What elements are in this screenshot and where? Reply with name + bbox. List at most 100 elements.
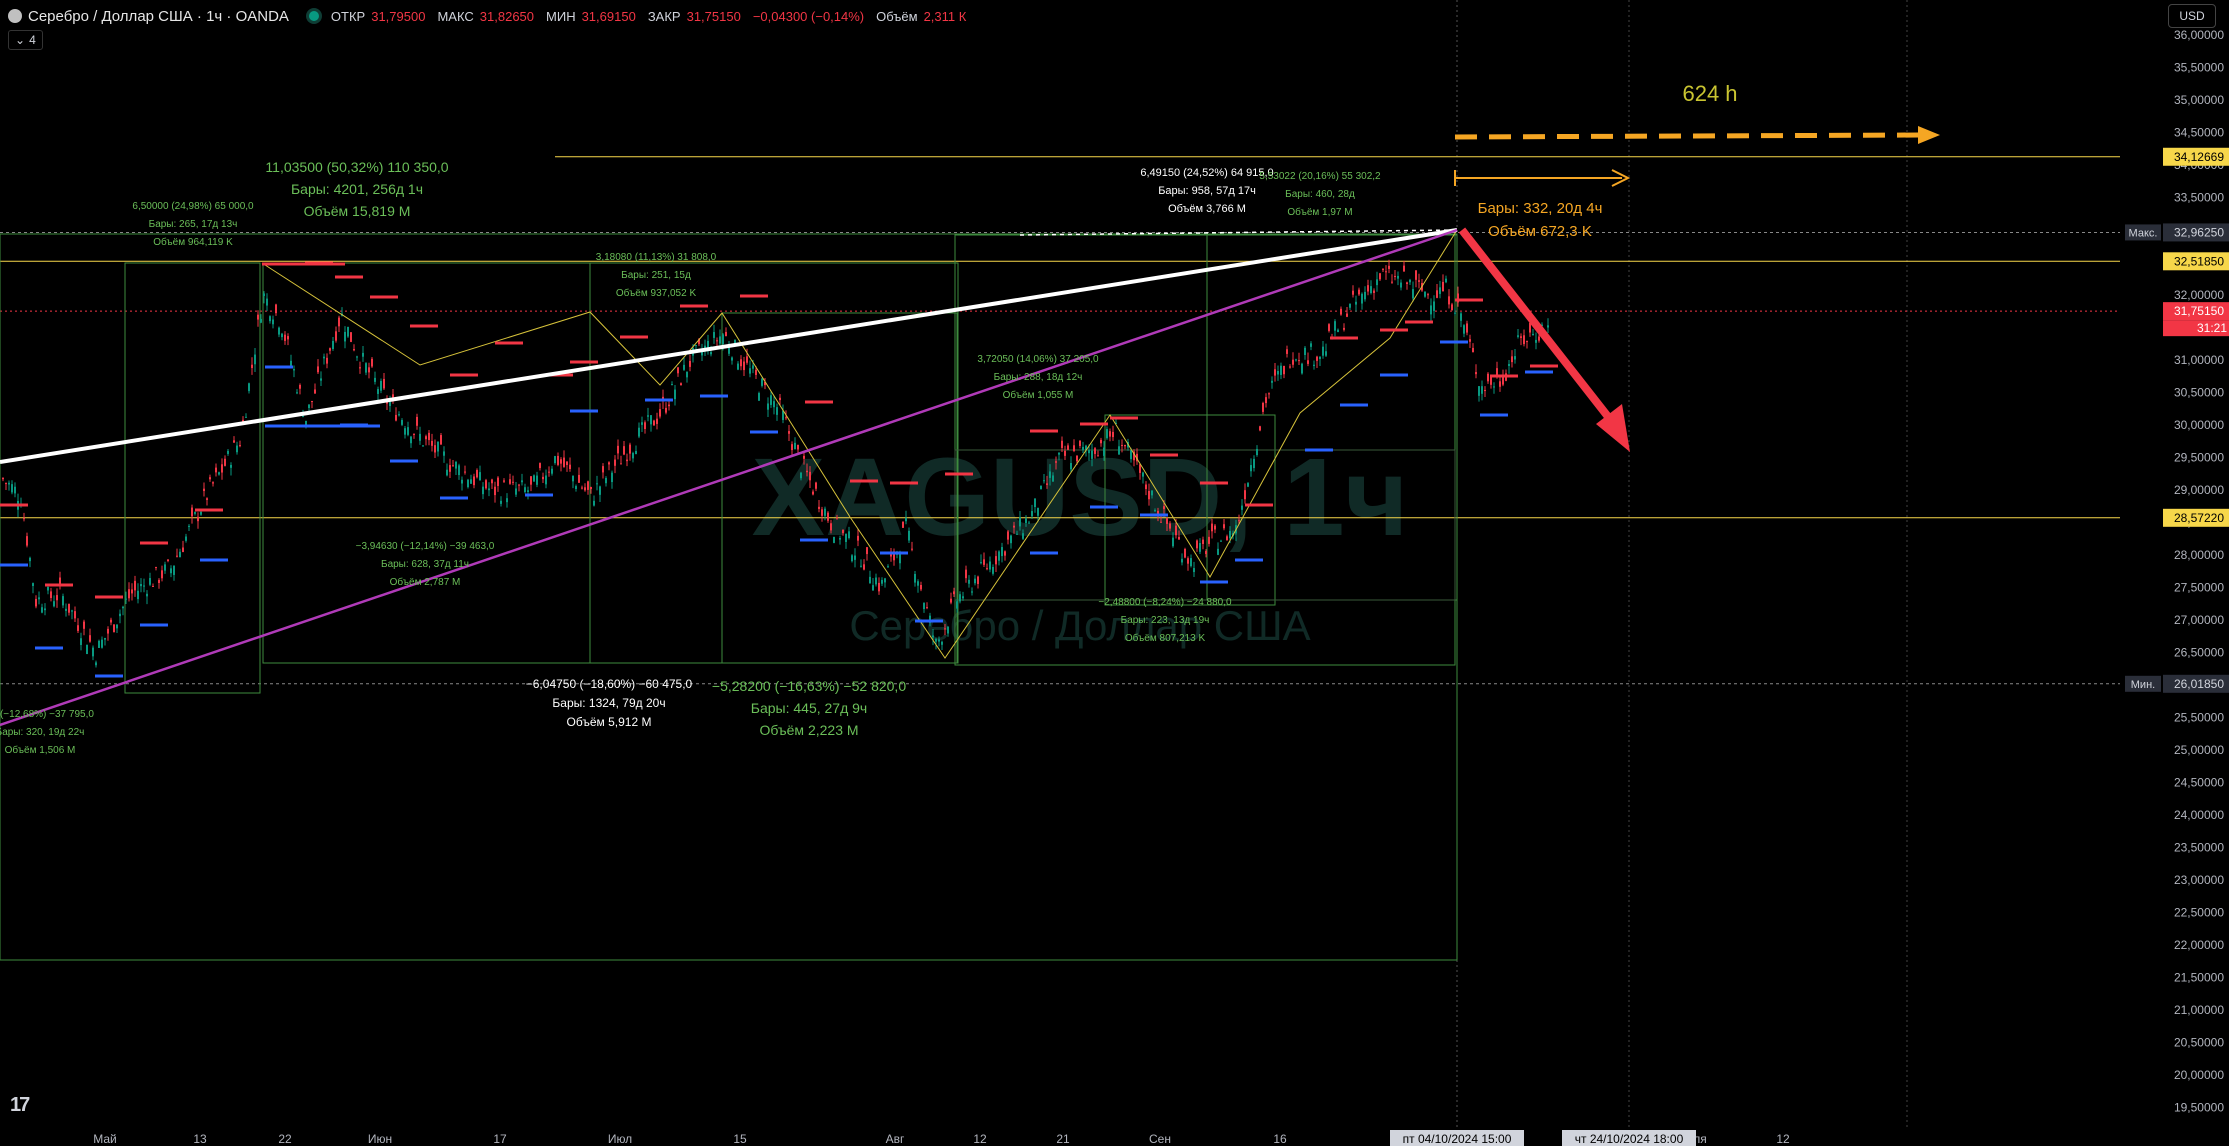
time-tick-label: Май xyxy=(93,1132,117,1146)
countdown-label: 31:21 xyxy=(2197,321,2227,335)
high-value: 31,82650 xyxy=(479,8,535,24)
candle-body xyxy=(1124,444,1126,447)
candle-body xyxy=(1073,445,1075,451)
candle-body xyxy=(809,471,811,481)
indicators-toggle[interactable]: ⌄ 4 xyxy=(8,30,43,50)
candle-body xyxy=(1088,450,1090,454)
candle-body xyxy=(950,598,952,603)
candle-body xyxy=(1151,490,1153,496)
volume-value: 2,311 К xyxy=(923,8,967,24)
candle-body xyxy=(467,479,469,488)
candle-body xyxy=(203,488,205,492)
candle-body xyxy=(8,482,10,485)
symbol-title[interactable]: Серебро / Доллар США · 1ч · OANDA xyxy=(28,8,289,25)
candle-body xyxy=(1202,539,1204,544)
candle-body xyxy=(578,474,580,483)
candle-body xyxy=(494,486,496,496)
candle-body xyxy=(245,416,247,418)
candle-body xyxy=(779,397,781,401)
candle-body xyxy=(1238,520,1240,522)
candle-body xyxy=(284,334,286,341)
candle-body xyxy=(434,445,436,453)
candle-body xyxy=(794,442,796,450)
candle-body xyxy=(536,475,538,485)
candle-body xyxy=(554,456,556,464)
price-tick-label: 35,50000 xyxy=(2174,61,2224,75)
candle-body xyxy=(1385,271,1387,273)
currency-button[interactable]: USD xyxy=(2168,4,2216,28)
candle-body xyxy=(218,472,220,475)
candle-body xyxy=(1253,458,1255,469)
price-axis-badge-text: 31,75150 xyxy=(2174,304,2224,318)
time-axis-panel xyxy=(0,1130,2229,1146)
candle-body xyxy=(302,415,304,417)
candle-body xyxy=(1328,324,1330,331)
candle-body xyxy=(686,371,688,378)
candle-body xyxy=(422,445,424,447)
candle-body xyxy=(629,444,631,454)
price-tick-label: 30,00000 xyxy=(2174,418,2224,432)
candle-body xyxy=(1424,291,1426,297)
candle-body xyxy=(725,331,727,337)
candle-body xyxy=(1367,285,1369,292)
measure-label-m8: Бары: 1324, 79д 20ч xyxy=(552,696,665,710)
candle-body xyxy=(1181,558,1183,563)
candle-body xyxy=(1418,280,1420,282)
candle-body xyxy=(1109,431,1111,437)
candle-body xyxy=(1301,363,1303,374)
candle-body xyxy=(524,487,526,493)
candle-body xyxy=(881,579,883,584)
candle-body xyxy=(1013,525,1015,528)
candle-body xyxy=(1394,275,1396,277)
candle-body xyxy=(1007,531,1009,540)
price-tick-label: 27,50000 xyxy=(2174,581,2224,595)
candle-body xyxy=(299,384,301,389)
candle-body xyxy=(1226,536,1228,541)
candle-body xyxy=(125,598,127,600)
candle-body xyxy=(77,625,79,631)
candle-body xyxy=(68,603,70,613)
candle-body xyxy=(1055,461,1057,463)
candle-body xyxy=(650,415,652,425)
candle-body xyxy=(740,359,742,367)
candle-body xyxy=(1373,290,1375,293)
candle-body xyxy=(575,486,577,490)
candle-body xyxy=(806,470,808,473)
measure-label-m11: Бары: 320, 19д 22ч xyxy=(0,727,84,738)
candle-body xyxy=(773,401,775,408)
candle-body xyxy=(584,487,586,491)
candle-body xyxy=(527,490,529,493)
measure-label-m4: Объём 3,766 M xyxy=(1168,203,1246,215)
candle-body xyxy=(1298,360,1300,362)
candle-body xyxy=(602,466,604,473)
candle-body xyxy=(362,352,364,357)
candle-body xyxy=(188,525,190,527)
price-tick-label: 20,00000 xyxy=(2174,1068,2224,1082)
candle-body xyxy=(911,548,913,550)
candle-body xyxy=(488,488,490,491)
candle-body xyxy=(1430,305,1432,315)
candle-body xyxy=(1322,346,1324,356)
price-tick-label: 26,50000 xyxy=(2174,646,2224,660)
candle-body xyxy=(1166,518,1168,524)
measure-label-m1: 11,03500 (50,32%) 110 350,0 xyxy=(265,159,448,175)
candle-body xyxy=(599,486,601,495)
candle-body xyxy=(530,476,532,485)
candle-body xyxy=(194,512,196,514)
candle-body xyxy=(947,626,949,634)
candle-body xyxy=(464,471,466,473)
candle-body xyxy=(320,378,322,381)
candle-body xyxy=(455,461,457,469)
open-label: ОТКР xyxy=(330,8,366,24)
candle-body xyxy=(830,523,832,531)
candle-body xyxy=(50,591,52,598)
candle-body xyxy=(182,547,184,552)
candle-body xyxy=(161,570,163,579)
candle-body xyxy=(848,531,850,539)
candle-body xyxy=(755,369,757,375)
candle-body xyxy=(659,409,661,417)
price-chart[interactable]: XAGUSD, 1ч Серебро / Доллар США 624 h Бары:… xyxy=(0,0,2229,1146)
measure-label-m5: Объём 1,97 M xyxy=(1287,206,1352,218)
candle-body xyxy=(149,578,151,585)
candle-body xyxy=(98,640,100,648)
